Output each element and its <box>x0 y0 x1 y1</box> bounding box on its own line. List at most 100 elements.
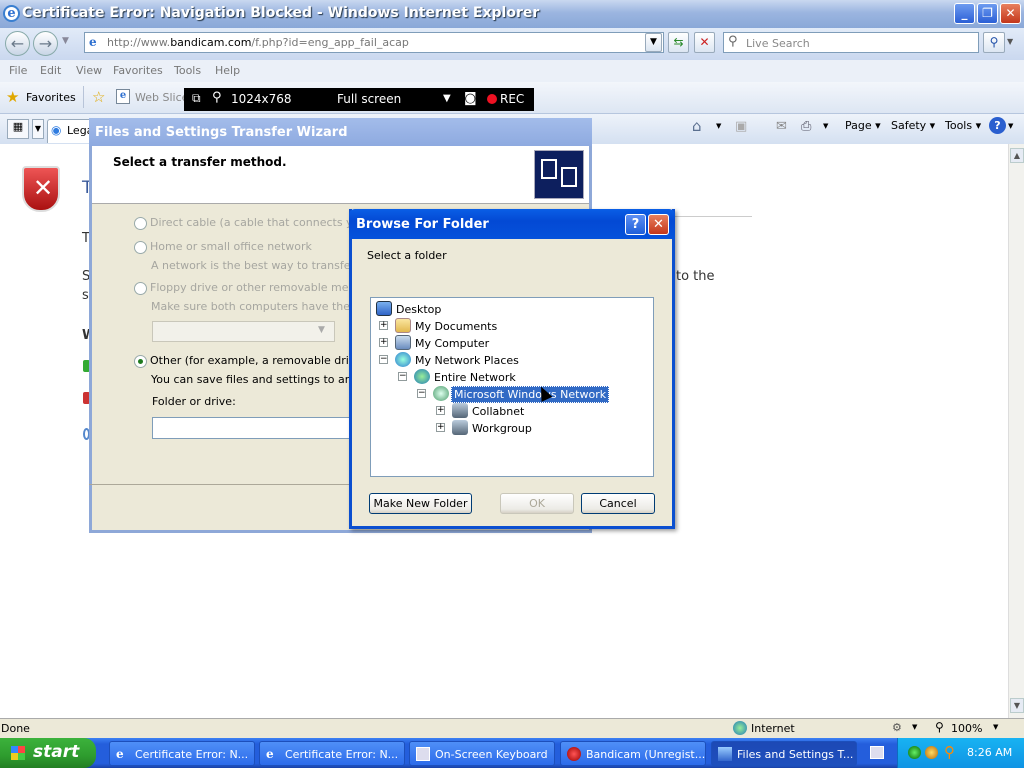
folder-label: Folder or drive: <box>152 395 236 408</box>
select-folder-prompt: Select a folder <box>367 249 447 262</box>
home-icon[interactable]: ⌂ <box>692 117 702 135</box>
address-dropdown-button[interactable]: ▼ <box>645 33 662 52</box>
favorites-button[interactable]: Favorites <box>26 91 76 104</box>
protected-mode-icon[interactable]: ⚙ <box>892 721 902 734</box>
tray-app-icon[interactable] <box>908 746 921 759</box>
back-button[interactable]: ← <box>5 31 30 56</box>
radio-home-network[interactable] <box>134 241 147 254</box>
tray-search-icon[interactable]: ⚲ <box>944 743 955 761</box>
divider <box>83 86 84 108</box>
menu-view[interactable]: View <box>76 64 102 77</box>
tray-shield-icon[interactable] <box>925 746 938 759</box>
help-dropdown-icon[interactable]: ▼ <box>1008 122 1013 130</box>
taskbar-item[interactable]: e Certificate Error: N... <box>259 741 405 766</box>
rec-button[interactable]: REC <box>500 92 524 106</box>
search-input[interactable]: ⚲ Live Search <box>723 32 979 53</box>
cancel-button[interactable]: Cancel <box>581 493 655 514</box>
search-placeholder: Live Search <box>746 37 810 50</box>
recent-pages-dropdown-icon[interactable]: ▼ <box>62 36 69 46</box>
close-button[interactable]: ✕ <box>648 214 669 235</box>
zoom-dropdown-icon[interactable]: ▼ <box>993 723 998 731</box>
address-toolbar: ← → ▼ e http://www.bandicam.com/f.php?id… <box>0 28 1024 60</box>
search-button[interactable]: ⚲ <box>983 32 1005 53</box>
radio-other[interactable] <box>134 355 147 368</box>
folder-icon <box>395 318 411 333</box>
maximize-button[interactable]: ❐ <box>977 3 998 24</box>
forward-arrow-icon: → <box>38 34 53 53</box>
read-mail-icon[interactable]: ✉ <box>776 119 787 134</box>
ok-button[interactable]: OK <box>500 493 574 514</box>
print-icon[interactable]: ⎙ <box>801 119 811 134</box>
folder-input[interactable] <box>152 417 352 439</box>
print-dropdown-icon[interactable]: ▼ <box>823 122 828 130</box>
menu-help[interactable]: Help <box>215 64 240 77</box>
collapse-icon[interactable]: − <box>398 372 407 381</box>
start-button[interactable]: start <box>0 738 96 768</box>
vertical-scrollbar[interactable]: ▲ ▼ <box>1008 144 1024 718</box>
help-button[interactable]: ? <box>625 214 646 235</box>
web-slice-link[interactable]: Web Slice <box>135 91 188 104</box>
ie-title-bar: e Certificate Error: Navigation Blocked … <box>0 0 1024 28</box>
workgroup-icon <box>452 420 468 435</box>
menu-tools[interactable]: Tools <box>174 64 201 77</box>
menu-edit[interactable]: Edit <box>40 64 61 77</box>
window-mode-icon[interactable]: ⧉ <box>192 91 201 106</box>
taskbar-item-active[interactable]: Files and Settings T... <box>711 741 857 766</box>
scroll-up-arrow[interactable]: ▲ <box>1010 148 1024 163</box>
expand-icon[interactable]: + <box>379 338 388 347</box>
option-label: Direct cable (a cable that connects your… <box>150 216 381 229</box>
add-favorites-icon[interactable]: ☆ <box>92 88 105 106</box>
zoom-level[interactable]: 100% <box>951 722 982 735</box>
menu-file[interactable]: File <box>9 64 27 77</box>
computer-icon <box>395 335 411 350</box>
selected-node-label: Microsoft Windows Network <box>451 386 610 403</box>
feeds-icon[interactable]: ▣ <box>735 119 747 134</box>
safety-menu-button[interactable]: Safety ▾ <box>891 119 935 132</box>
forward-button[interactable]: → <box>33 31 58 56</box>
capture-mode[interactable]: Full screen <box>337 92 401 106</box>
home-dropdown-icon[interactable]: ▼ <box>716 122 721 130</box>
dropdown-icon[interactable]: ▼ <box>912 723 917 731</box>
radio-floppy[interactable] <box>134 282 147 295</box>
collapse-icon[interactable]: − <box>379 355 388 364</box>
refresh-icon: ⇆ <box>673 35 684 49</box>
mode-dropdown-icon[interactable]: ▼ <box>443 93 451 104</box>
globe-icon: ◉ <box>51 123 62 137</box>
help-icon[interactable]: ? <box>989 117 1006 134</box>
wizard-title: Files and Settings Transfer Wizard <box>95 125 348 140</box>
search-options-icon[interactable]: ▼ <box>1007 37 1013 46</box>
page-menu-button[interactable]: Page ▾ <box>845 119 881 132</box>
taskbar-item[interactable]: e Certificate Error: N... <box>109 741 255 766</box>
taskbar-item[interactable]: Bandicam (Unregist... <box>560 741 706 766</box>
expand-icon[interactable]: + <box>379 321 388 330</box>
zoom-icon[interactable]: ⚲ <box>212 90 222 105</box>
floppy-drive-select[interactable]: ▼ <box>152 321 335 342</box>
taskbar-item[interactable]: On-Screen Keyboard <box>409 741 555 766</box>
web-slice-icon: e <box>116 89 130 104</box>
security-zone: Internet <box>751 722 795 735</box>
camera-icon[interactable]: ◙ <box>464 91 477 106</box>
capture-resolution: 1024x768 <box>231 92 292 106</box>
quick-tabs-icon[interactable]: ▦ <box>7 119 29 139</box>
stop-icon: ✕ <box>699 35 710 49</box>
radio-direct-cable[interactable] <box>134 217 147 230</box>
tab-list-button[interactable]: ▼ <box>32 119 44 139</box>
close-button[interactable]: ✕ <box>1000 3 1021 24</box>
tools-menu-button[interactable]: Tools ▾ <box>945 119 981 132</box>
wizard-heading: Select a transfer method. <box>113 155 287 169</box>
keyboard-tray-icon[interactable] <box>870 746 884 759</box>
menu-favorites[interactable]: Favorites <box>113 64 163 77</box>
collapse-icon[interactable]: − <box>417 389 426 398</box>
zoom-icon[interactable]: ⚲ <box>935 720 944 734</box>
address-field[interactable]: e http://www.bandicam.com/f.php?id=eng_a… <box>84 32 664 53</box>
refresh-button[interactable]: ⇆ <box>668 32 689 53</box>
minimize-button[interactable]: _ <box>954 3 975 24</box>
expand-icon[interactable]: + <box>436 423 445 432</box>
url-text: http://www.bandicam.com/f.php?id=eng_app… <box>107 36 409 49</box>
transfer-wizard-icon <box>534 150 584 199</box>
stop-button[interactable]: ✕ <box>694 32 715 53</box>
folder-tree[interactable]: Desktop + My Documents + My Computer − M… <box>370 297 654 477</box>
expand-icon[interactable]: + <box>436 406 445 415</box>
scroll-down-arrow[interactable]: ▼ <box>1010 698 1024 713</box>
make-new-folder-button[interactable]: Make New Folder <box>369 493 472 514</box>
